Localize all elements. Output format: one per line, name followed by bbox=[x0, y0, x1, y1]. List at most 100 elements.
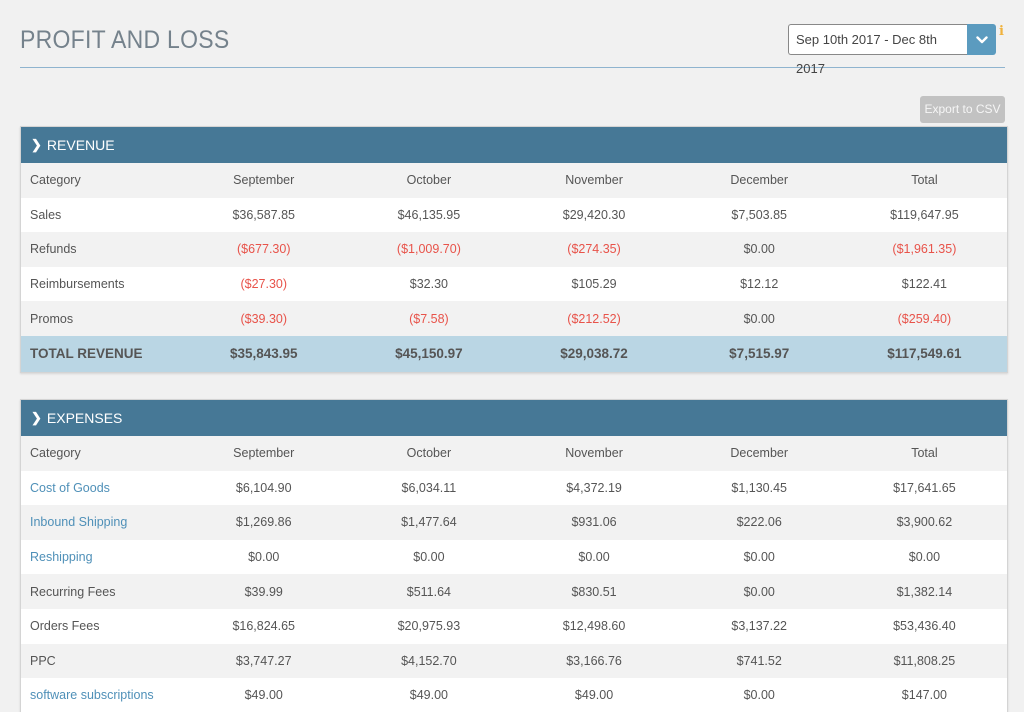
revenue-panel: ❯ REVENUE Category September October Nov… bbox=[20, 126, 1008, 373]
column-header-december: December bbox=[676, 436, 842, 471]
cell-december: $0.00 bbox=[676, 301, 842, 336]
date-range-dropdown-button[interactable] bbox=[967, 24, 996, 55]
table-row: PPC $3,747.27 $4,152.70 $3,166.76 $741.52 $11… bbox=[21, 643, 1007, 679]
cell-november: $931.06 bbox=[511, 505, 677, 540]
category-label: Refunds bbox=[21, 232, 182, 267]
column-header-november: November bbox=[511, 163, 677, 198]
cell-total: $119,647.95 bbox=[841, 197, 1007, 233]
category-label: Reimbursements bbox=[21, 266, 182, 302]
cell-november: $105.29 bbox=[511, 266, 677, 302]
table-row: Orders Fees $16,824.65 $20,975.93 $12,498.6… bbox=[21, 608, 1007, 644]
cell-december: $0.00 bbox=[676, 574, 842, 609]
cell-september: $3,747.27 bbox=[181, 643, 347, 679]
table-row: Reimbursements ($27.30) $32.30 $105.29 $12.1… bbox=[21, 266, 1007, 302]
cell-october: $46,135.95 bbox=[346, 197, 512, 233]
category-label: Promos bbox=[21, 301, 182, 336]
column-header-october: October bbox=[346, 163, 512, 198]
revenue-panel-title: REVENUE bbox=[46, 137, 115, 153]
category-label: Recurring Fees bbox=[21, 574, 182, 609]
column-header-category: Category bbox=[21, 436, 182, 471]
expenses-panel: ❯ EXPENSES Category September October No… bbox=[20, 399, 1008, 712]
expenses-table: Category September October November Dece… bbox=[21, 436, 1007, 712]
cell-november: $0.00 bbox=[511, 539, 677, 575]
cell-total: $0.00 bbox=[841, 539, 1007, 575]
revenue-panel-header[interactable]: ❯ REVENUE bbox=[21, 127, 1007, 163]
total-revenue-total: $117,549.61 bbox=[841, 335, 1007, 372]
cell-total: ($259.40) bbox=[841, 301, 1007, 336]
cell-november: $49.00 bbox=[511, 678, 677, 712]
table-row: Refunds ($677.30) ($1,009.70) ($274.35) $0.0… bbox=[21, 232, 1007, 267]
export-csv-button[interactable]: Export to CSV bbox=[920, 96, 1005, 123]
revenue-table: Category September October November Dece… bbox=[21, 163, 1007, 372]
cell-december: $3,137.22 bbox=[676, 608, 842, 644]
expenses-panel-title: EXPENSES bbox=[46, 410, 123, 426]
cell-december: $7,503.85 bbox=[676, 197, 842, 233]
column-header-total: Total bbox=[841, 436, 1007, 471]
cell-september: $16,824.65 bbox=[181, 608, 347, 644]
cell-december: $1,130.45 bbox=[676, 470, 842, 506]
cell-october: $1,477.64 bbox=[346, 505, 512, 540]
cell-september: ($39.30) bbox=[181, 301, 347, 336]
table-row: Recurring Fees $39.99 $511.64 $830.51 $0.00 $… bbox=[21, 574, 1007, 609]
column-header-september: September bbox=[181, 163, 347, 198]
cell-november: $830.51 bbox=[511, 574, 677, 609]
total-revenue-row: TOTAL REVENUE $35,843.95 $45,150.97 $29,… bbox=[21, 335, 1007, 372]
column-header-total: Total bbox=[841, 163, 1007, 198]
cell-october: $6,034.11 bbox=[346, 470, 512, 506]
cell-december: $0.00 bbox=[676, 232, 842, 267]
total-revenue-december: $7,515.97 bbox=[676, 335, 842, 372]
table-header-row: Category September October November Dece… bbox=[21, 436, 1007, 471]
chevron-right-icon: ❯ bbox=[31, 137, 42, 152]
cell-total: $147.00 bbox=[841, 678, 1007, 712]
table-row: Cost of Goods $6,104.90 $6,034.11 $4,372.19… bbox=[21, 470, 1007, 506]
column-header-september: September bbox=[181, 436, 347, 471]
cell-september: ($27.30) bbox=[181, 266, 347, 302]
info-icon[interactable]: i bbox=[999, 24, 1004, 39]
chevron-down-icon bbox=[975, 35, 988, 43]
category-link[interactable]: software subscriptions bbox=[21, 678, 182, 712]
cell-december: $741.52 bbox=[676, 643, 842, 679]
total-revenue-november: $29,038.72 bbox=[511, 335, 677, 372]
chevron-right-icon: ❯ bbox=[31, 410, 42, 425]
total-revenue-october: $45,150.97 bbox=[346, 335, 512, 372]
column-header-october: October bbox=[346, 436, 512, 471]
title-divider bbox=[20, 67, 1005, 68]
cell-december: $12.12 bbox=[676, 266, 842, 302]
category-label: Sales bbox=[21, 197, 182, 233]
cell-september: $36,587.85 bbox=[181, 197, 347, 233]
cell-total: $53,436.40 bbox=[841, 608, 1007, 644]
cell-november: ($212.52) bbox=[511, 301, 677, 336]
category-label: Orders Fees bbox=[21, 608, 182, 644]
cell-december: $0.00 bbox=[676, 539, 842, 575]
column-header-november: November bbox=[511, 436, 677, 471]
cell-november: $3,166.76 bbox=[511, 643, 677, 679]
cell-total: $17,641.65 bbox=[841, 470, 1007, 506]
cell-october: $49.00 bbox=[346, 678, 512, 712]
expenses-panel-header[interactable]: ❯ EXPENSES bbox=[21, 400, 1007, 436]
date-range-input[interactable]: Sep 10th 2017 - Dec 8th 2017 bbox=[788, 24, 967, 76]
category-label: PPC bbox=[21, 643, 182, 679]
cell-november: ($274.35) bbox=[511, 232, 677, 267]
table-row: Promos ($39.30) ($7.58) ($212.52) $0.00 ($259… bbox=[21, 301, 1007, 336]
table-row: Inbound Shipping $1,269.86 $1,477.64 $931.0… bbox=[21, 505, 1007, 540]
cell-september: $49.00 bbox=[181, 678, 347, 712]
date-range-picker[interactable]: Sep 10th 2017 - Dec 8th 2017 bbox=[788, 24, 996, 76]
cell-september: ($677.30) bbox=[181, 232, 347, 267]
table-row: Reshipping $0.00 $0.00 $0.00 $0.00 $0.00 bbox=[21, 539, 1007, 575]
cell-october: ($1,009.70) bbox=[346, 232, 512, 267]
cell-october: $4,152.70 bbox=[346, 643, 512, 679]
table-row: software subscriptions $49.00 $49.00 $49.00… bbox=[21, 678, 1007, 712]
category-link[interactable]: Inbound Shipping bbox=[21, 505, 182, 540]
cell-total: $3,900.62 bbox=[841, 505, 1007, 540]
category-link[interactable]: Cost of Goods bbox=[21, 470, 182, 506]
cell-october: $20,975.93 bbox=[346, 608, 512, 644]
cell-september: $6,104.90 bbox=[181, 470, 347, 506]
cell-october: $32.30 bbox=[346, 266, 512, 302]
cell-october: $0.00 bbox=[346, 539, 512, 575]
cell-november: $29,420.30 bbox=[511, 197, 677, 233]
cell-september: $39.99 bbox=[181, 574, 347, 609]
total-revenue-september: $35,843.95 bbox=[181, 335, 347, 372]
category-link[interactable]: Reshipping bbox=[21, 539, 182, 575]
cell-september: $0.00 bbox=[181, 539, 347, 575]
cell-total: $1,382.14 bbox=[841, 574, 1007, 609]
